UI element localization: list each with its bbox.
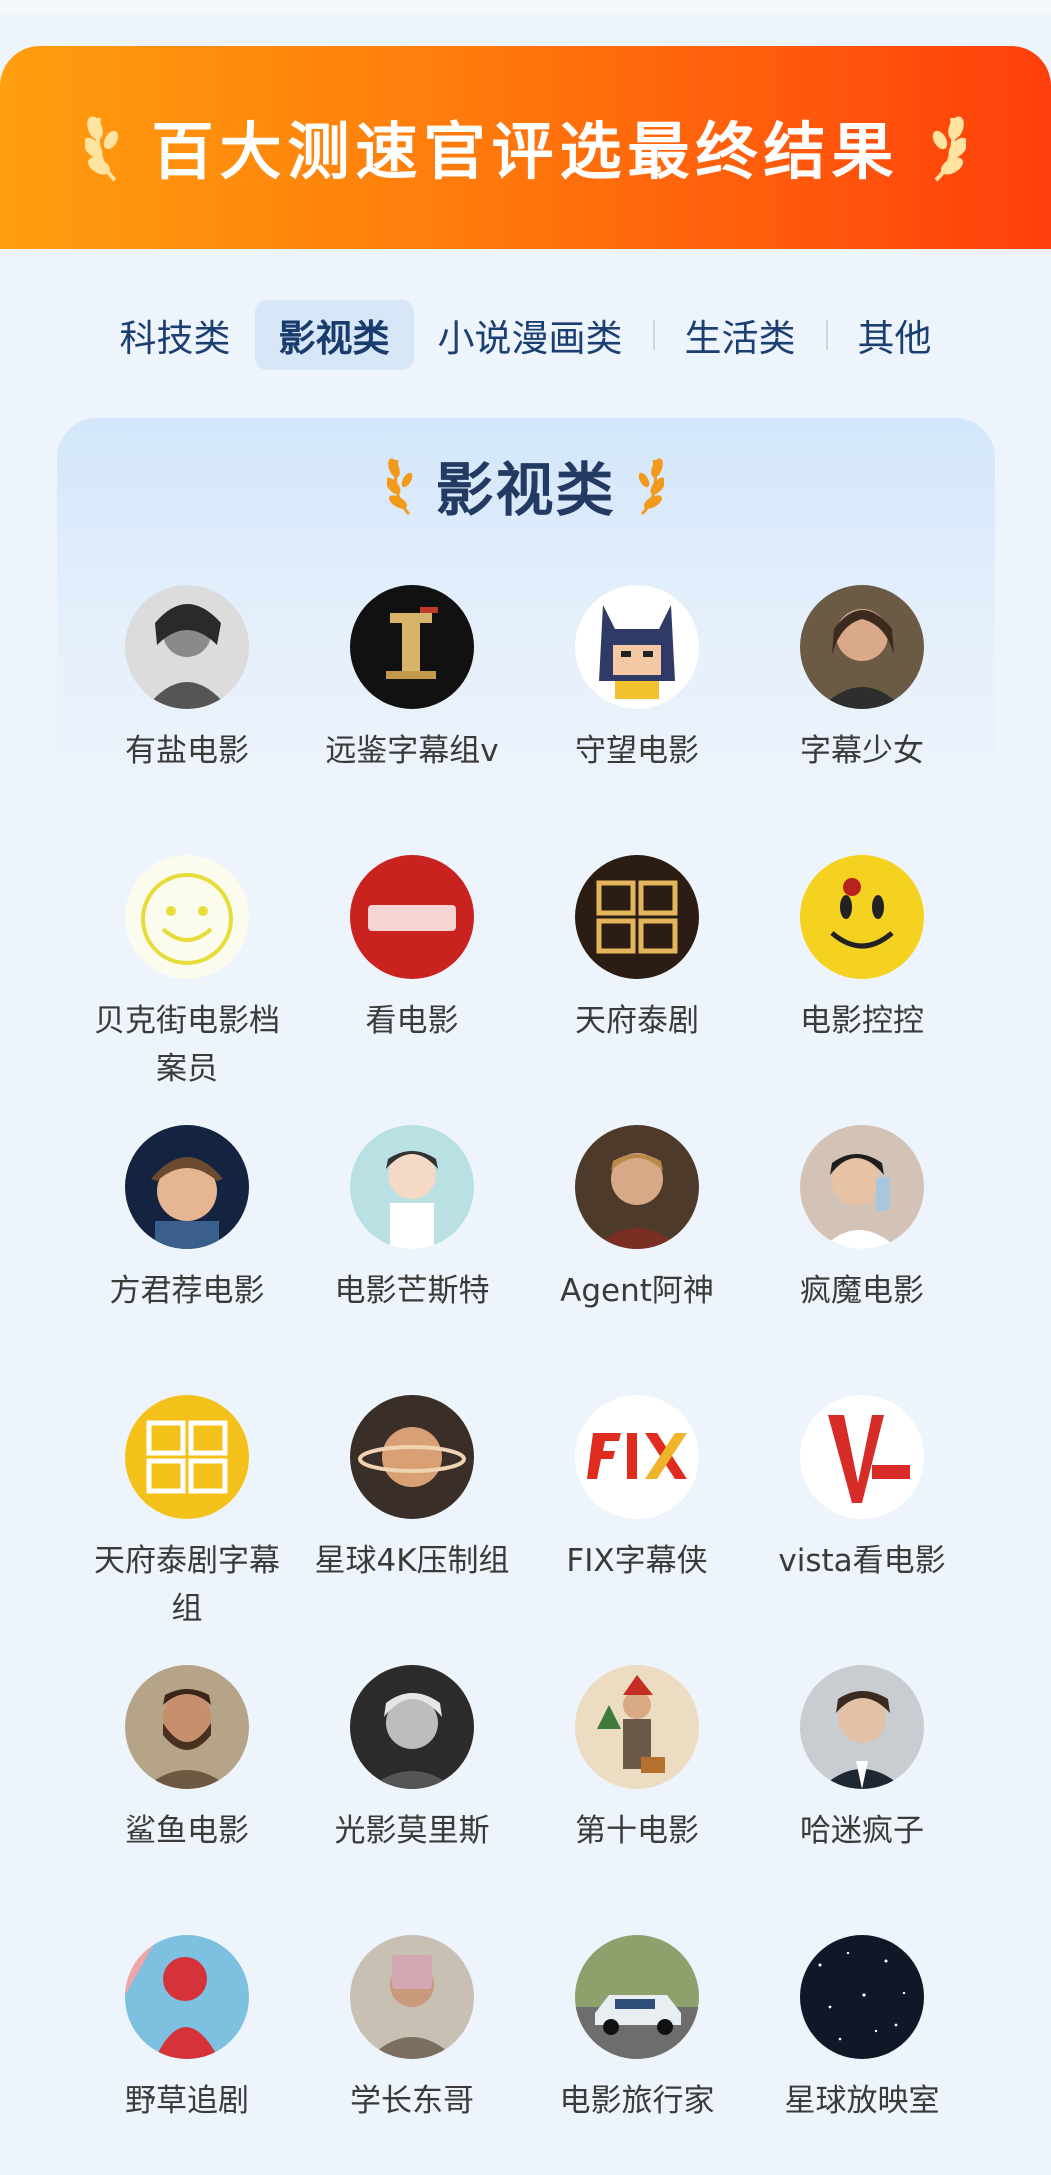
account-item[interactable]: 天府泰剧 — [525, 855, 749, 1045]
tab-tech[interactable]: 科技类 — [96, 300, 255, 370]
account-name: 天府泰剧 — [575, 1003, 699, 1039]
account-name: 星球4K压制组 — [314, 1543, 510, 1579]
account-item[interactable]: 电影旅行家 — [525, 1935, 749, 2125]
account-name: Agent阿神 — [560, 1273, 714, 1309]
woman-phone-icon — [800, 1125, 924, 1249]
account-name: 光影莫里斯 — [334, 1813, 490, 1849]
account-item[interactable]: 学长东哥 — [300, 1935, 524, 2125]
tab-novel-comic[interactable]: 小说漫画类 — [414, 300, 647, 370]
account-item[interactable]: 字幕少女 — [750, 585, 974, 775]
tab-life[interactable]: 生活类 — [661, 300, 820, 370]
section-title: 影视类 — [435, 456, 616, 524]
woman-portrait-icon — [800, 585, 924, 709]
account-item[interactable]: 野草追剧 — [75, 1935, 299, 2125]
bw-woman-portrait-icon — [125, 585, 249, 709]
banner-title: 百大测速官评选最终结果 — [151, 115, 900, 188]
account-item[interactable]: 电影控控 — [750, 855, 974, 1045]
tianfu-logo-yellow-icon — [125, 1395, 249, 1519]
account-item[interactable]: 星球放映室 — [750, 1935, 974, 2125]
account-name: 野草追剧 — [125, 2083, 249, 2119]
bw-man-portrait-icon — [350, 1665, 474, 1789]
account-name: 天府泰剧字幕组 — [94, 1543, 280, 1627]
account-name: 学长东哥 — [350, 2083, 474, 2119]
man-phone-selfie-icon — [350, 1935, 474, 2059]
vista-logo-icon — [800, 1395, 924, 1519]
starry-night-icon — [800, 1935, 924, 2059]
cartoon-boy-icon — [125, 1125, 249, 1249]
planet-saturn-icon — [350, 1395, 474, 1519]
account-name: 电影旅行家 — [559, 2083, 715, 2119]
account-name: 星球放映室 — [784, 2083, 940, 2119]
laurel-left-icon — [85, 116, 119, 182]
account-item[interactable]: 光影莫里斯 — [300, 1665, 524, 1855]
account-name: vista看电影 — [778, 1543, 946, 1579]
account-item[interactable]: 疯魔电影 — [750, 1125, 974, 1315]
account-item[interactable]: 哈迷疯子 — [750, 1665, 974, 1855]
laurel-right-icon — [638, 458, 664, 516]
account-name: 方君荐电影 — [109, 1273, 265, 1309]
tab-divider — [652, 320, 655, 350]
account-name: 疯魔电影 — [800, 1273, 924, 1309]
account-item[interactable]: 有盐电影 — [75, 585, 299, 775]
account-item[interactable]: vista看电影 — [750, 1395, 974, 1585]
account-item[interactable]: 方君荐电影 — [75, 1125, 299, 1315]
account-name: 有盐电影 — [125, 733, 249, 769]
tab-other[interactable]: 其他 — [834, 300, 956, 370]
account-name: 看电影 — [365, 1003, 459, 1039]
account-name: 字幕少女 — [800, 733, 924, 769]
tab-film[interactable]: 影视类 — [254, 300, 414, 370]
account-name: 鲨鱼电影 — [125, 1813, 249, 1849]
top-strip — [0, 0, 1051, 14]
account-item[interactable]: Agent阿神 — [525, 1125, 749, 1315]
gold-camera-figure-icon — [350, 585, 474, 709]
account-item[interactable]: 守望电影 — [525, 585, 749, 775]
account-item[interactable]: FIX字幕侠 — [525, 1395, 749, 1585]
young-man-portrait-icon — [800, 1665, 924, 1789]
account-name: 第十电影 — [575, 1813, 699, 1849]
account-name: 远鉴字幕组v — [325, 733, 499, 769]
tianfu-logo-dark-icon — [575, 855, 699, 979]
account-name: 贝克街电影档案员 — [94, 1003, 280, 1087]
laurel-right-icon — [932, 116, 966, 182]
fix-logo-icon — [575, 1395, 699, 1519]
section-header: 影视类 — [0, 440, 1051, 530]
account-item[interactable]: 天府泰剧字幕组 — [75, 1395, 299, 1633]
account-name: 守望电影 — [575, 733, 699, 769]
account-name: 哈迷疯子 — [800, 1813, 924, 1849]
account-item[interactable]: 贝克街电影档案员 — [75, 855, 299, 1093]
account-item[interactable]: 远鉴字幕组v — [300, 585, 524, 775]
account-item[interactable]: 看电影 — [300, 855, 524, 1045]
cartoon-man-icon — [350, 1125, 474, 1249]
christmas-man-icon — [575, 1665, 699, 1789]
account-item[interactable]: 电影芒斯特 — [300, 1125, 524, 1315]
account-item[interactable]: 星球4K压制组 — [300, 1395, 524, 1585]
account-name: FIX字幕侠 — [566, 1543, 708, 1579]
account-name: 电影芒斯特 — [334, 1273, 490, 1309]
bearded-man-icon — [125, 1665, 249, 1789]
account-name: 电影控控 — [800, 1003, 924, 1039]
man-portrait-icon — [575, 1125, 699, 1249]
results-banner: 百大测速官评选最终结果 — [0, 46, 1051, 249]
account-item[interactable]: 鲨鱼电影 — [75, 1665, 299, 1855]
smiley-face-icon — [125, 855, 249, 979]
account-item[interactable]: 第十电影 — [525, 1665, 749, 1855]
tab-divider — [825, 320, 828, 350]
watchmen-smiley-icon — [800, 855, 924, 979]
race-car-icon — [575, 1935, 699, 2059]
laurel-left-icon — [387, 458, 413, 516]
red-text-logo-icon — [350, 855, 474, 979]
category-tabs: 科技类 影视类 小说漫画类 生活类 其他 — [0, 300, 1051, 370]
batman-cartoon-icon — [575, 585, 699, 709]
red-figure-art-icon — [125, 1935, 249, 2059]
